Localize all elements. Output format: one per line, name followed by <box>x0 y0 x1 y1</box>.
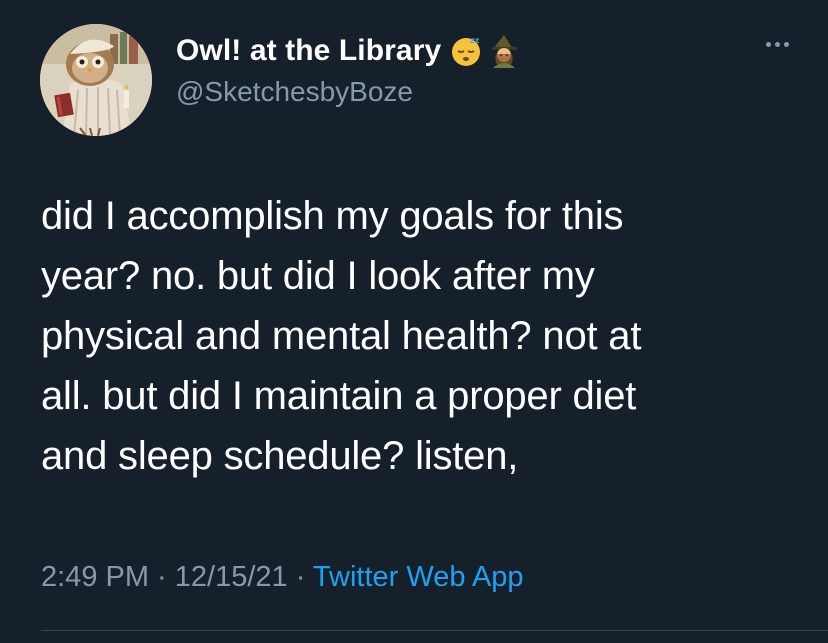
display-name[interactable]: Owl! at the Library <box>176 34 441 68</box>
tweet-text: did I accomplish my goals for this year?… <box>41 186 801 486</box>
divider <box>41 630 828 631</box>
witch-emoji-icon <box>487 34 521 68</box>
tweet-metadata: 2:49 PM · 12/15/21 · Twitter Web App <box>41 561 524 594</box>
svg-text:zz: zz <box>470 36 480 45</box>
tweet-source-link[interactable]: Twitter Web App <box>313 561 524 593</box>
meta-separator: · <box>287 561 313 593</box>
more-horizontal-icon-dot <box>783 41 789 47</box>
tweet-time[interactable]: 2:49 PM <box>41 561 149 593</box>
tweet-date[interactable]: 12/15/21 <box>175 561 288 593</box>
more-horizontal-icon-dot <box>765 41 771 47</box>
tweet-card: Owl! at the Library zz @SketchesbyBoze d… <box>0 0 828 643</box>
sleeping-face-emoji-icon: zz <box>449 34 483 68</box>
more-horizontal-icon-dot <box>774 41 780 47</box>
display-name-row[interactable]: Owl! at the Library zz <box>176 31 521 71</box>
more-options-button[interactable] <box>757 32 797 56</box>
avatar[interactable] <box>40 24 152 136</box>
meta-separator: · <box>149 561 175 593</box>
tweet-text-line: all. but did I maintain a proper diet <box>41 374 637 418</box>
tweet-text-line: did I accomplish my goals for this <box>41 194 624 238</box>
owl-avatar-illustration <box>40 24 152 136</box>
user-handle[interactable]: @SketchesbyBoze <box>176 76 413 108</box>
tweet-text-line: physical and mental health? not at <box>41 314 642 358</box>
tweet-text-line: and sleep schedule? listen, <box>41 434 519 478</box>
tweet-text-line: year? no. but did I look after my <box>41 254 595 298</box>
